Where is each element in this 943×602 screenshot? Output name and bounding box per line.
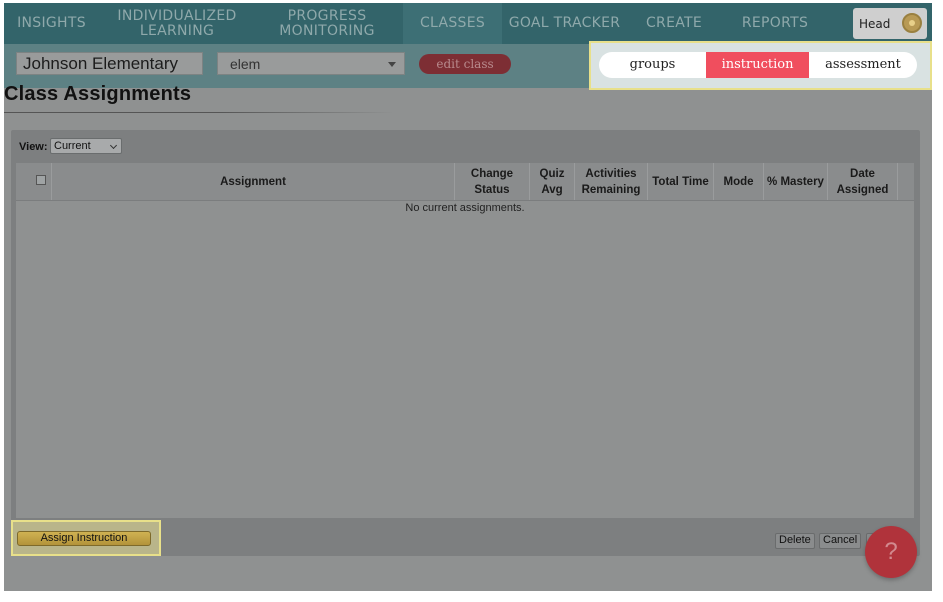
assign-instruction-button[interactable]: Assign Instruction: [17, 531, 151, 546]
user-menu-button[interactable]: Head: [853, 8, 927, 39]
class-select-value: elem: [230, 56, 261, 72]
toggle-assessment[interactable]: assessment: [809, 52, 917, 78]
assignments-panel: View: Current Assignment Change Status Q…: [11, 130, 920, 556]
col-spacer: [897, 163, 914, 200]
col-change-status[interactable]: Change Status: [454, 163, 529, 200]
col-mastery[interactable]: % Mastery: [763, 163, 827, 200]
header-label: Assigned: [836, 183, 889, 196]
nav-classes[interactable]: CLASSES: [403, 3, 502, 44]
col-assignment[interactable]: Assignment: [51, 163, 454, 200]
col-mode[interactable]: Mode: [713, 163, 763, 200]
col-activities-remaining[interactable]: Activities Remaining: [574, 163, 647, 200]
header-label: Assignment: [220, 175, 286, 188]
nav-label: REPORTS: [741, 15, 809, 31]
header-label: Status: [474, 183, 510, 196]
header-label: Remaining: [581, 183, 641, 196]
table-header: Assignment Change Status Quiz Avg Activi…: [16, 163, 914, 201]
caret-down-icon: [388, 62, 396, 67]
view-select[interactable]: Current: [50, 138, 122, 154]
header-label: Date: [850, 167, 875, 180]
page-title: Class Assignments: [4, 83, 192, 105]
cancel-button[interactable]: Cancel: [819, 533, 862, 549]
view-select-value: Current: [54, 140, 91, 152]
nav-label: GOAL TRACKER: [508, 15, 621, 31]
header-label: Avg: [541, 183, 563, 196]
empty-message: No current assignments.: [405, 202, 525, 214]
nav-label: INSIGHTS: [17, 15, 86, 31]
col-total-time[interactable]: Total Time: [647, 163, 713, 200]
app-screen: INSIGHTS INDIVIDUALIZED LEARNING PROGRES…: [4, 3, 932, 591]
badge-icon: [902, 13, 922, 33]
chevron-down-icon: [109, 141, 118, 150]
nav-label: INDIVIDUALIZED: [117, 7, 237, 24]
nav-label: LEARNING: [139, 22, 215, 39]
delete-button[interactable]: Delete: [775, 533, 815, 549]
header-label: % Mastery: [767, 175, 824, 188]
class-select[interactable]: elem: [217, 52, 405, 75]
user-label: Head: [859, 16, 891, 31]
header-label: Activities: [585, 167, 637, 180]
select-all-checkbox[interactable]: [36, 175, 46, 185]
col-date-assigned[interactable]: Date Assigned: [827, 163, 897, 200]
nav-insights[interactable]: INSIGHTS: [4, 3, 99, 44]
help-button[interactable]: ?: [865, 526, 917, 578]
header-label: Quiz: [539, 167, 565, 180]
mode-toggle: groups instruction assessment: [599, 52, 917, 78]
nav-progress-monitoring[interactable]: PROGRESS MONITORING: [262, 3, 392, 44]
header-label: Change: [470, 167, 514, 180]
nav-label: MONITORING: [279, 22, 375, 39]
header-label: Total Time: [652, 175, 709, 188]
toggle-instruction[interactable]: instruction: [706, 52, 809, 78]
toggle-groups[interactable]: groups: [599, 52, 706, 78]
school-name[interactable]: Johnson Elementary: [16, 52, 203, 75]
col-quiz-avg[interactable]: Quiz Avg: [529, 163, 574, 200]
col-select: [16, 163, 51, 200]
nav-label: PROGRESS: [287, 7, 367, 24]
nav-individualized-learning[interactable]: INDIVIDUALIZED LEARNING: [107, 3, 247, 44]
assignments-table: Assignment Change Status Quiz Avg Activi…: [16, 163, 914, 518]
view-label: View:: [19, 141, 48, 153]
title-divider: [4, 112, 394, 113]
nav-label: CLASSES: [419, 15, 486, 31]
nav-label: CREATE: [645, 15, 703, 31]
nav-reports[interactable]: REPORTS: [731, 3, 819, 44]
top-nav: INSIGHTS INDIVIDUALIZED LEARNING PROGRES…: [4, 3, 932, 44]
header-label: Mode: [723, 175, 754, 188]
nav-goal-tracker[interactable]: GOAL TRACKER: [502, 3, 627, 44]
edit-class-button[interactable]: edit class: [419, 54, 511, 74]
assign-instruction-frame: Assign Instruction: [11, 520, 161, 556]
nav-create[interactable]: CREATE: [634, 3, 714, 44]
mode-toggle-frame: groups instruction assessment: [589, 41, 932, 90]
